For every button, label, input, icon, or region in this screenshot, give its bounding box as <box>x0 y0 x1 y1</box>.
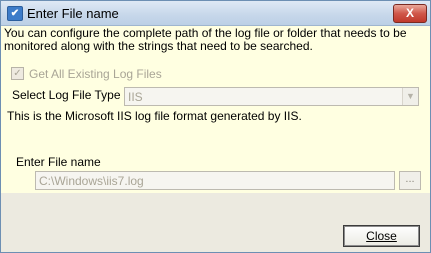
log-type-label: Select Log File Type <box>12 88 121 102</box>
log-type-select[interactable]: IIS ▼ <box>124 87 419 106</box>
info-banner-text: You can configure the complete path of t… <box>4 26 407 53</box>
title-bar: ✔ Enter File name X <box>1 1 430 26</box>
file-name-input[interactable]: C:\Windows\iis7.log <box>35 171 395 190</box>
window-title: Enter File name <box>27 6 119 21</box>
dialog-window: ✔ Enter File name X You can configure th… <box>0 0 431 253</box>
log-type-description: This is the Microsoft IIS log file forma… <box>7 109 302 123</box>
get-all-logs-checkbox[interactable]: ✓ <box>11 67 24 80</box>
browse-button[interactable]: ... <box>399 171 421 190</box>
log-type-value: IIS <box>128 90 143 104</box>
close-button[interactable]: Close <box>343 225 420 247</box>
window-close-button[interactable]: X <box>393 4 427 23</box>
info-banner: You can configure the complete path of t… <box>1 26 430 54</box>
file-name-value: C:\Windows\iis7.log <box>39 174 144 188</box>
chevron-down-icon[interactable]: ▼ <box>402 88 418 105</box>
file-name-label: Enter File name <box>16 155 101 169</box>
app-icon: ✔ <box>7 6 23 21</box>
get-all-logs-label: Get All Existing Log Files <box>29 67 162 81</box>
